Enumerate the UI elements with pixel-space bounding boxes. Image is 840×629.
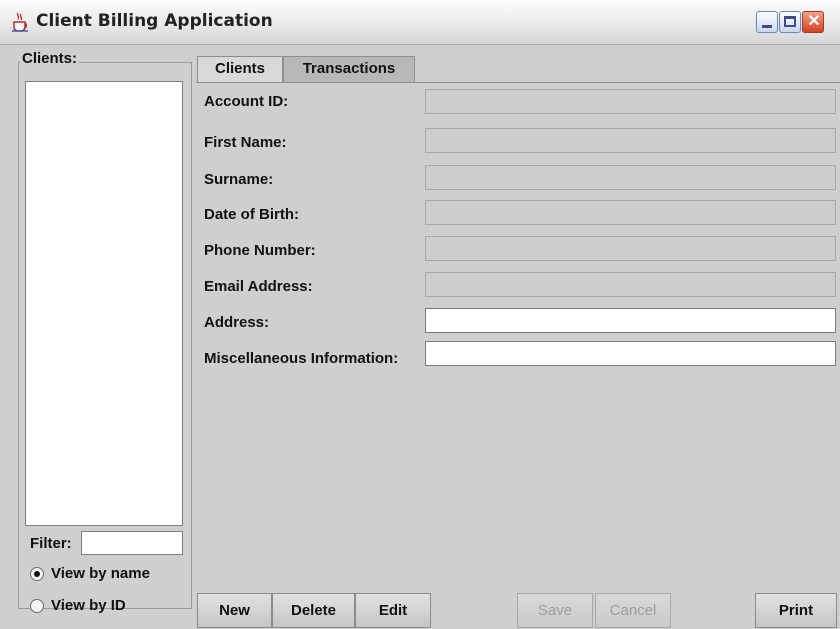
miscellaneous-information-field[interactable] xyxy=(425,341,836,366)
print-button[interactable]: Print xyxy=(755,593,837,628)
miscellaneous-information-label: Miscellaneous Information: xyxy=(204,350,399,367)
surname-label: Surname: xyxy=(204,171,274,188)
phone-number-label: Phone Number: xyxy=(204,242,316,259)
title-bar[interactable]: Client Billing Application ✕ xyxy=(0,0,840,45)
filter-input[interactable] xyxy=(81,531,183,555)
first-name-label: First Name: xyxy=(204,134,287,151)
view-by-name-radio[interactable] xyxy=(30,567,44,581)
account-id-label: Account ID: xyxy=(204,93,289,110)
window-title: Client Billing Application xyxy=(36,11,273,31)
email-address-label: Email Address: xyxy=(204,278,313,295)
tab-transactions[interactable]: Transactions xyxy=(283,56,415,82)
address-label: Address: xyxy=(204,314,270,331)
filter-label: Filter: xyxy=(30,535,72,552)
close-button[interactable]: ✕ xyxy=(802,11,824,33)
phone-number-field xyxy=(425,236,836,261)
edit-button[interactable]: Edit xyxy=(355,593,431,628)
application-window: Client Billing Application ✕ Clients: Fi… xyxy=(0,0,840,629)
account-id-field xyxy=(425,89,836,114)
view-by-id-label[interactable]: View by ID xyxy=(51,597,126,614)
surname-field xyxy=(425,165,836,190)
delete-button[interactable]: Delete xyxy=(272,593,355,628)
close-icon: ✕ xyxy=(807,13,821,30)
date-of-birth-field xyxy=(425,200,836,225)
date-of-birth-label: Date of Birth: xyxy=(204,206,299,223)
client-list[interactable] xyxy=(25,81,183,526)
cancel-button[interactable]: Cancel xyxy=(595,593,671,628)
maximize-icon xyxy=(784,16,796,27)
email-address-field xyxy=(425,272,836,297)
minimize-icon xyxy=(762,25,772,28)
view-by-id-radio[interactable] xyxy=(30,599,44,613)
clients-tab-panel xyxy=(196,82,840,593)
minimize-button[interactable] xyxy=(756,11,778,33)
maximize-button[interactable] xyxy=(779,11,801,33)
tab-clients[interactable]: Clients xyxy=(197,56,283,82)
java-cup-icon xyxy=(12,12,28,32)
first-name-field xyxy=(425,128,836,153)
clients-group-label: Clients: xyxy=(20,50,80,67)
new-button[interactable]: New xyxy=(197,593,272,628)
view-by-name-label[interactable]: View by name xyxy=(51,565,150,582)
save-button[interactable]: Save xyxy=(517,593,593,628)
address-field[interactable] xyxy=(425,308,836,333)
